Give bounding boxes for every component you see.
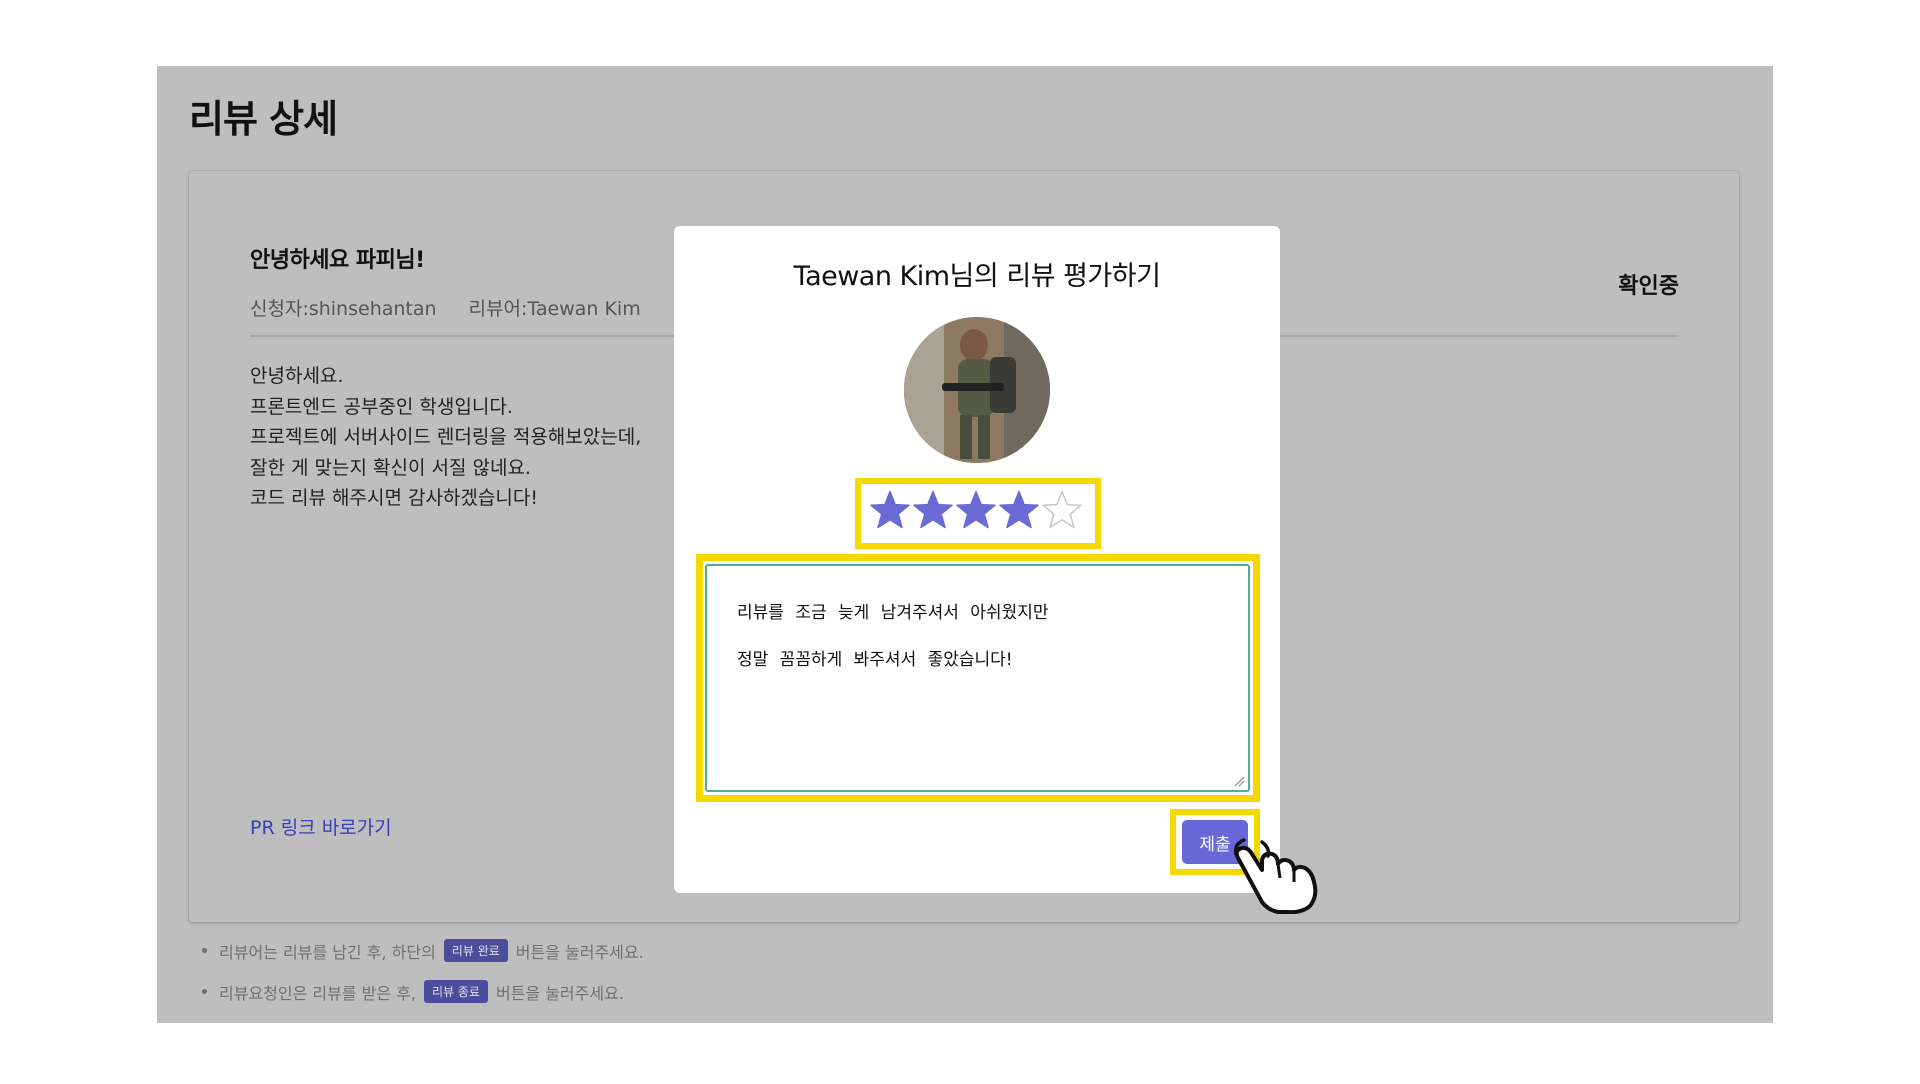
review-text: 리뷰를 조금 늦게 남겨주셔서 아쉬웠지만 정말 꼼꼼하게 봐주셔서 좋았습니다… — [737, 590, 1049, 684]
review-end-chip: 리뷰 종료 — [423, 980, 488, 1003]
star-icon[interactable] — [869, 490, 911, 530]
rating-modal: Taewan Kim님의 리뷰 평가하기 리뷰를 조금 늦게 남겨주셔서 아쉬웠… — [674, 226, 1280, 893]
body-line: 잘한 게 맞는지 확신이 서질 않네요. — [250, 456, 531, 479]
pr-link[interactable]: PR 링크 바로가기 — [250, 813, 392, 840]
avatar-photo-icon — [904, 317, 1050, 463]
rating-highlight — [855, 478, 1101, 549]
body-line: 안녕하세요. — [250, 365, 344, 387]
help-notes: 리뷰어는 리뷰를 남긴 후, 하단의 리뷰 완료 버튼을 눌러주세요. 리뷰요청… — [202, 930, 644, 1012]
bullet-icon — [202, 989, 207, 994]
body-line: 코드 리뷰 해주시면 감사하겠습니다! — [250, 487, 538, 509]
review-complete-chip: 리뷰 완료 — [443, 939, 508, 962]
page-title: 리뷰 상세 — [189, 97, 338, 141]
body-line: 프로젝트에 서버사이드 렌더링을 적용해보았는데, — [250, 426, 642, 448]
note-text: 리뷰어는 리뷰를 남긴 후, 하단의 — [219, 942, 436, 962]
hand-pointer-icon — [1233, 838, 1318, 914]
reviewer-avatar — [904, 317, 1050, 463]
review-line: 정말 꼼꼼하게 봐주셔서 좋았습니다! — [737, 650, 1013, 670]
reviewer-label: 리뷰어:Taewan Kim — [468, 298, 641, 320]
review-body: 안녕하세요. 프론트엔드 공부중인 학생입니다. 프로젝트에 서버사이드 렌더링… — [250, 361, 641, 514]
note-text: 버튼을 눌러주세요. — [495, 983, 624, 1003]
note-text: 리뷰요청인은 리뷰를 받은 후, — [219, 983, 416, 1003]
note-item: 리뷰어는 리뷰를 남긴 후, 하단의 리뷰 완료 버튼을 눌러주세요. — [202, 930, 644, 971]
star-icon[interactable] — [912, 490, 954, 530]
note-item: 리뷰요청인은 리뷰를 받은 후, 리뷰 종료 버튼을 눌러주세요. — [202, 971, 644, 1012]
review-line: 리뷰를 조금 늦게 남겨주셔서 아쉬웠지만 — [737, 603, 1049, 623]
review-heading: 안녕하세요 파피님! — [250, 248, 425, 273]
star-icon[interactable] — [955, 490, 997, 530]
star-icon[interactable] — [1041, 490, 1083, 530]
body-line: 프론트엔드 공부중인 학생입니다. — [250, 395, 513, 418]
requester-label: 신청자:shinsehantan — [250, 298, 437, 320]
resize-handle-icon[interactable] — [1233, 775, 1245, 787]
star-rating[interactable] — [869, 490, 1083, 530]
review-textarea[interactable]: 리뷰를 조금 늦게 남겨주셔서 아쉬웠지만 정말 꼼꼼하게 봐주셔서 좋았습니다… — [705, 564, 1250, 792]
status-badge: 확인중 — [1618, 274, 1679, 299]
star-icon[interactable] — [998, 490, 1040, 530]
review-highlight: 리뷰를 조금 늦게 남겨주셔서 아쉬웠지만 정말 꼼꼼하게 봐주셔서 좋았습니다… — [696, 554, 1260, 802]
review-meta: 신청자:shinsehantan 리뷰어:Taewan Kim — [250, 294, 641, 321]
note-text: 버튼을 눌러주세요. — [515, 942, 644, 962]
modal-title: Taewan Kim님의 리뷰 평가하기 — [793, 261, 1161, 292]
bullet-icon — [202, 948, 207, 953]
